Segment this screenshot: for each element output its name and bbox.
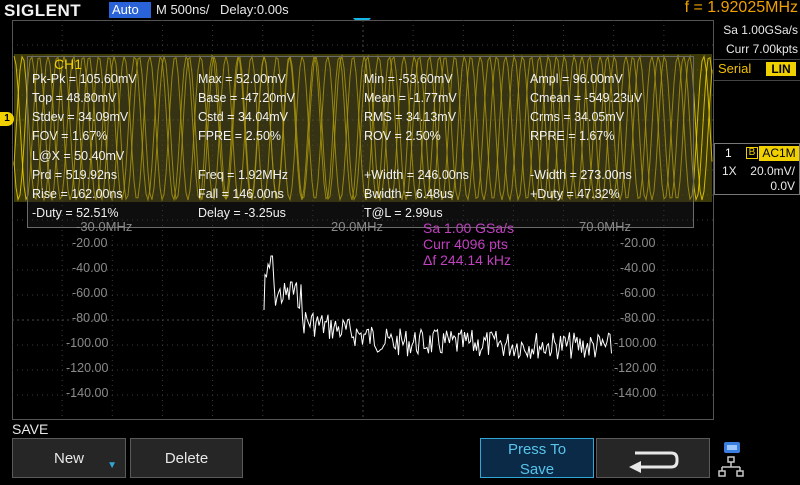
measurement-panel: CH1 Pk-Pk = 105.60mV Max = 52.00mV Min = -… (27, 56, 694, 228)
return-arrow-icon (629, 451, 679, 473)
measurement-value: -Width = 273.00ns (530, 168, 632, 182)
frequency-counter: f = 1.92025MHz (684, 0, 798, 16)
fft-delta-f: Δf 244.14 kHz (423, 252, 511, 268)
new-button[interactable]: New ▼ (12, 438, 126, 478)
delete-button[interactable]: Delete (130, 438, 243, 478)
fft-db-label-right: -100.00 (614, 336, 657, 350)
measurement-value: FOV = 1.67% (32, 129, 108, 143)
fft-db-label: -80.00 (72, 311, 108, 325)
fft-db-label-right: -60.00 (620, 286, 656, 300)
measurement-value: Crms = 34.05mV (530, 110, 625, 124)
measurement-value: Prd = 519.92ns (32, 168, 118, 182)
measurement-value: Bwidth = 6.48us (364, 187, 454, 201)
measurement-value: Max = 52.00mV (198, 72, 286, 86)
fft-db-label-right: -80.00 (620, 311, 656, 325)
fft-db-label: -20.00 (72, 236, 108, 250)
serial-protocol-badge[interactable]: LIN (766, 62, 796, 76)
trigger-mode-badge[interactable]: Auto (109, 2, 151, 18)
brand-logo: SIGLENT (4, 1, 82, 20)
probe-attenuation: 1X (722, 164, 737, 178)
ch1-offset-marker[interactable]: 1 (0, 112, 14, 126)
fft-sample-rate: Sa 1.00 GSa/s (423, 220, 515, 236)
fft-db-label: -60.00 (72, 286, 108, 300)
measurement-value: Cmean = -549.23uV (530, 91, 643, 105)
measurement-value: Pk-Pk = 105.60mV (32, 72, 137, 86)
channel-number: 1 (725, 146, 732, 160)
measurement-value: Rise = 162.00ns (32, 187, 123, 201)
measurement-value: Top = 48.80mV (32, 91, 117, 105)
fft-db-label-right: -40.00 (620, 261, 656, 275)
measurement-value: L@X = 50.40mV (32, 149, 125, 163)
measurement-value: Mean = -1.77mV (364, 91, 457, 105)
fft-db-label-right: -120.00 (614, 361, 657, 375)
fft-db-label: -40.00 (72, 261, 108, 275)
menu-title: SAVE (12, 421, 49, 437)
vertical-scale: 20.0mV/ (750, 164, 795, 178)
fft-freq-label-center: 20.0MHz (331, 219, 384, 234)
waveform-display[interactable]: CH1 Pk-Pk = 105.60mV Max = 52.00mV Min = -… (12, 20, 714, 420)
serial-decode-label: Serial (718, 61, 752, 76)
delete-button-label: Delete (164, 450, 209, 467)
fft-db-label-right: -20.00 (620, 236, 656, 250)
network-status-icon (716, 438, 800, 480)
sample-rate-readout: Sa 1.00GSa/s (723, 23, 798, 37)
measurement-value: Freq = 1.92MHz (198, 168, 288, 182)
divider (714, 59, 800, 60)
fft-db-label-right: -140.00 (614, 386, 657, 400)
press-to-save-button[interactable]: Press To Save (480, 438, 594, 478)
measurement-value: RMS = 34.13mV (364, 110, 457, 124)
measurement-value: Ampl = 96.00mV (530, 72, 623, 86)
coupling-badge: AC1M (759, 146, 799, 161)
measurement-value: +Duty = 47.32% (530, 187, 620, 201)
memory-depth-readout: Curr 7.00kpts (725, 42, 798, 56)
measurement-value: RPRE = 1.67% (530, 129, 615, 143)
fft-freq-label-left: -30.0MHz (76, 219, 133, 234)
divider (714, 80, 800, 81)
delay-readout: Delay:0.00s (220, 2, 289, 17)
bandwidth-limit-badge: B (746, 147, 758, 159)
measurement-value: +Width = 246.00ns (364, 168, 469, 182)
timebase-readout: M 500ns/ (156, 2, 210, 17)
measurement-value: ROV = 2.50% (364, 129, 441, 143)
measurement-value: Delay = -3.25us (198, 206, 286, 220)
press-to-label: Press To (507, 441, 567, 458)
back-button[interactable] (596, 438, 710, 478)
measurement-value: Stdev = 34.09mV (32, 110, 129, 124)
measurement-channel-title: CH1 (54, 56, 83, 72)
fft-points: Curr 4096 pts (423, 236, 508, 252)
measurement-value: Base = -47.20mV (198, 91, 295, 105)
save-label: Save (519, 461, 555, 478)
measurement-value: Fall = 146.00ns (198, 187, 284, 201)
right-info-panel: Sa 1.00GSa/s Curr 7.00kpts Serial LIN 1 … (714, 20, 800, 480)
fft-db-label: -100.00 (66, 336, 109, 350)
vertical-offset: 0.0V (770, 179, 795, 193)
fft-db-label: -120.00 (66, 361, 109, 375)
measurement-value: Min = -53.60mV (364, 72, 453, 86)
fft-freq-label-right: 70.0MHz (579, 219, 632, 234)
measurement-value: -Duty = 52.51% (32, 206, 119, 220)
measurement-value: Cstd = 34.04mV (198, 110, 288, 124)
measurement-value: FPRE = 2.50% (198, 129, 282, 143)
measurement-value: T@L = 2.99us (364, 206, 443, 220)
top-status-bar: SIGLENT Auto M 500ns/ Delay:0.00s f = 1.… (0, 0, 800, 20)
new-button-label: New (53, 450, 84, 467)
chevron-down-icon: ▼ (107, 460, 117, 471)
fft-db-label: -140.00 (66, 386, 109, 400)
channel1-info-box[interactable]: 1 B AC1M 1X 20.0mV/ 0.0V (714, 143, 800, 195)
